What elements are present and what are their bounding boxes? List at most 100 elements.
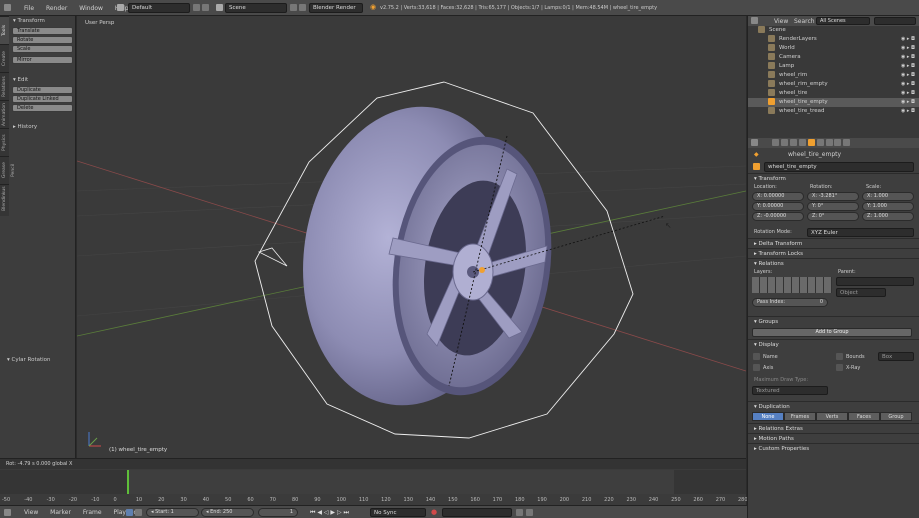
end-frame-field[interactable]: ◂ End: 250 <box>201 508 254 517</box>
delta-transform-header[interactable]: ▸ Delta Transform <box>748 238 919 248</box>
sync-mode-select[interactable]: No Sync <box>370 508 426 517</box>
bounds-checkbox[interactable] <box>836 353 843 360</box>
scale-z-field[interactable]: Z: 1.000 <box>862 212 914 221</box>
keying-set-field[interactable] <box>442 508 512 517</box>
location-z-field[interactable]: Z: -0.00000 <box>752 212 804 221</box>
duplicate-button[interactable]: Duplicate <box>12 86 73 94</box>
start-frame-field[interactable]: ◂ Start: 1 <box>146 508 199 517</box>
menu-frame[interactable]: Frame <box>83 509 102 516</box>
current-frame-marker[interactable] <box>127 470 129 494</box>
tab-tools[interactable]: Tools <box>0 16 9 44</box>
outliner-search-input[interactable] <box>874 17 916 25</box>
tab-physics[interactable]: Physics <box>0 128 9 156</box>
world-tab-icon[interactable] <box>798 139 806 146</box>
duplication-option[interactable]: Verts <box>816 412 848 421</box>
visibility-icon[interactable]: ◉ ▸ ◘ <box>901 53 915 62</box>
relations-section-header[interactable]: ▾ Relations <box>748 258 919 268</box>
scene-field[interactable]: Scene <box>225 3 287 13</box>
parent-field[interactable] <box>836 277 914 286</box>
menu-marker[interactable]: Marker <box>50 509 71 516</box>
layer-buttons[interactable] <box>752 277 832 293</box>
editor-type-icon[interactable] <box>4 4 11 11</box>
timeline-editor-icon[interactable] <box>4 509 11 516</box>
scene-tab-icon[interactable] <box>789 139 797 146</box>
duplication-option[interactable]: Faces <box>848 412 880 421</box>
3d-viewport[interactable]: User Persp (1) wheel_tire_empty ↖ <box>77 16 746 458</box>
physics-tab-icon[interactable] <box>843 139 851 146</box>
current-frame-field[interactable]: 1 <box>258 508 298 517</box>
xray-checkbox[interactable] <box>836 364 843 371</box>
outliner-item[interactable]: wheel_tire_empty ◉ ▸ ◘ <box>748 98 919 107</box>
duplication-option[interactable]: None <box>752 412 784 421</box>
transform-panel-header[interactable]: ▾ Transform <box>10 17 75 26</box>
timeline[interactable]: Rot: -4.79 s 0.000 global X -50 -40 -30 -20… <box>0 458 748 506</box>
outliner-item[interactable]: Lamp ◉ ▸ ◘ <box>748 62 919 71</box>
lock-icon[interactable] <box>135 509 142 516</box>
data-tab-icon[interactable] <box>834 139 842 146</box>
outliner-item[interactable]: Camera ◉ ▸ ◘ <box>748 53 919 62</box>
layers-tab-icon[interactable] <box>780 139 788 146</box>
constraints-tab-icon[interactable] <box>816 139 824 146</box>
groups-section-header[interactable]: ▾ Groups <box>748 316 919 326</box>
rotation-z-field[interactable]: Z: 0° <box>807 212 859 221</box>
transform-locks-header[interactable]: ▸ Transform Locks <box>748 248 919 258</box>
play-reverse-icon[interactable]: ◁ <box>324 509 329 516</box>
tab-animation[interactable]: Animation <box>0 100 9 128</box>
tab-blendinkus[interactable]: Blendinkus <box>0 184 9 212</box>
duplication-option[interactable]: Frames <box>784 412 816 421</box>
rotation-y-field[interactable]: Y: 0° <box>807 202 859 211</box>
visibility-icon[interactable]: ◉ ▸ ◘ <box>901 89 915 98</box>
add-scene-icon[interactable] <box>290 4 297 11</box>
visibility-icon[interactable]: ◉ ▸ ◘ <box>901 62 915 71</box>
insert-keyframe-icon[interactable] <box>516 509 523 516</box>
remove-layout-icon[interactable] <box>202 4 209 11</box>
object-tab-icon[interactable] <box>807 139 815 146</box>
mirror-button[interactable]: Mirror <box>12 56 73 64</box>
render-tab-icon[interactable] <box>772 139 779 146</box>
visibility-icon[interactable]: ◉ ▸ ◘ <box>901 35 915 44</box>
outliner-item[interactable]: wheel_rim_empty ◉ ▸ ◘ <box>748 80 919 89</box>
scale-y-field[interactable]: Y: 1.000 <box>862 202 914 211</box>
tab-relations[interactable]: Relations <box>0 72 9 100</box>
rotation-mode-select[interactable]: XYZ Euler <box>807 228 914 237</box>
modifiers-tab-icon[interactable] <box>825 139 833 146</box>
menu-window[interactable]: Window <box>79 5 103 12</box>
record-icon[interactable]: ● <box>431 508 437 516</box>
add-to-group-button[interactable]: Add to Group <box>752 328 912 337</box>
scale-x-field[interactable]: X: 1.000 <box>862 192 914 201</box>
outliner-item[interactable]: RenderLayers ◉ ▸ ◘ <box>748 35 919 44</box>
rotation-x-field[interactable]: X: -3.281° <box>807 192 859 201</box>
screen-layout-field[interactable]: Default <box>128 3 190 13</box>
delete-keyframe-icon[interactable] <box>526 509 533 516</box>
transform-section-header[interactable]: ▾ Transform <box>748 173 919 183</box>
pass-index-field[interactable]: Pass Index: 0 <box>752 298 828 307</box>
next-key-icon[interactable]: ▷ <box>337 509 342 516</box>
delete-button[interactable]: Delete <box>12 104 73 112</box>
edit-panel-header[interactable]: ▾ Edit <box>10 76 75 85</box>
render-engine-select[interactable]: Blender Render <box>309 3 363 13</box>
outliner-filter-select[interactable]: All Scenes <box>816 17 870 25</box>
location-y-field[interactable]: Y: 0.00000 <box>752 202 804 211</box>
motion-paths-header[interactable]: ▸ Motion Paths <box>748 433 919 443</box>
jump-end-icon[interactable]: ⏭ <box>344 509 349 516</box>
name-checkbox[interactable] <box>753 353 760 360</box>
scale-button[interactable]: Scale <box>12 45 73 53</box>
menu-view[interactable]: View <box>24 509 38 516</box>
outliner-item[interactable]: wheel_tire_tread ◉ ▸ ◘ <box>748 107 919 116</box>
max-draw-select[interactable]: Textured <box>752 386 828 395</box>
visibility-icon[interactable]: ◉ ▸ ◘ <box>901 98 915 107</box>
outliner-item[interactable]: wheel_rim ◉ ▸ ◘ <box>748 71 919 80</box>
visibility-icon[interactable]: ◉ ▸ ◘ <box>901 44 915 53</box>
duplication-section-header[interactable]: ▾ Duplication <box>748 401 919 411</box>
properties-editor-icon[interactable] <box>751 139 758 146</box>
tab-create[interactable]: Create <box>0 44 9 72</box>
object-name-field[interactable]: wheel_tire_empty <box>764 162 914 172</box>
outliner-item[interactable]: Scene <box>748 26 919 35</box>
outliner-item[interactable]: World ◉ ▸ ◘ <box>748 44 919 53</box>
display-section-header[interactable]: ▾ Display <box>748 339 919 349</box>
translate-button[interactable]: Translate <box>12 27 73 35</box>
relations-extras-header[interactable]: ▸ Relations Extras <box>748 423 919 433</box>
visibility-icon[interactable]: ◉ ▸ ◘ <box>901 71 915 80</box>
visibility-icon[interactable]: ◉ ▸ ◘ <box>901 107 915 116</box>
jump-start-icon[interactable]: ⏮ <box>310 509 315 516</box>
